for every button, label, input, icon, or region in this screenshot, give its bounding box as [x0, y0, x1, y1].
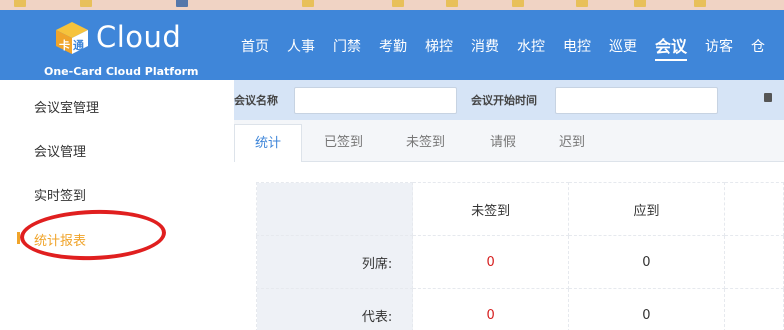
table-cell-empty [723, 235, 784, 289]
nav-item-warehouse[interactable]: 仓 [742, 10, 774, 80]
nav-item-personnel[interactable]: 人事 [278, 10, 324, 80]
bookmark-item[interactable] [80, 0, 95, 9]
folder-icon [392, 0, 404, 7]
nav-item-access-control[interactable]: 门禁 [324, 10, 370, 80]
tab-statistics[interactable]: 统计 [234, 124, 303, 163]
bookmark-item[interactable] [576, 0, 591, 9]
nav-item-meeting[interactable]: 会议 [646, 10, 696, 80]
statistics-card: 未签到 应到 列席: 0 0 代表: 0 0 [234, 162, 784, 330]
folder-icon [576, 0, 588, 7]
bookmark-item[interactable] [176, 0, 191, 9]
main-nav: 首页 人事 门禁 考勤 梯控 消费 水控 电控 巡更 会议 访客 仓 [232, 10, 774, 80]
nav-item-home[interactable]: 首页 [232, 10, 278, 80]
bookmark-item[interactable] [392, 0, 407, 9]
column-header-not-checked-in: 未签到 [412, 182, 570, 236]
table-row: 列席: 0 0 [255, 235, 784, 289]
row-header-delegate: 代表: [255, 288, 414, 330]
nav-item-visitor[interactable]: 访客 [696, 10, 742, 80]
svg-text:通: 通 [73, 39, 84, 52]
meeting-start-time-label: 会议开始时间 [471, 94, 537, 107]
bookmark-item[interactable] [446, 0, 461, 9]
filter-bar: 会议名称 会议开始时间 [234, 80, 784, 120]
platform-logo[interactable]: 卡 通 Cloud One-Card Cloud Platform [44, 16, 202, 78]
sidebar-item-meeting-management[interactable]: 会议管理 [34, 141, 86, 160]
logo-text: Cloud [96, 20, 182, 54]
table-cell-value[interactable]: 0 [412, 288, 570, 330]
column-header-extra [723, 182, 784, 236]
nav-item-consumption[interactable]: 消费 [462, 10, 508, 80]
tab-leave[interactable]: 请假 [470, 124, 536, 162]
row-header-attendee: 列席: [255, 235, 414, 289]
content-panel: 统计 已签到 未签到 请假 迟到 未签到 应到 列席: 0 0 代表: 0 0 [234, 120, 784, 330]
bookmark-item[interactable] [14, 0, 29, 9]
nav-item-electric[interactable]: 电控 [554, 10, 600, 80]
folder-icon [80, 0, 92, 7]
logo-cube-icon: 卡 通 [56, 22, 88, 54]
bookmark-item[interactable] [634, 0, 649, 9]
nav-item-patrol[interactable]: 巡更 [600, 10, 646, 80]
bookmark-item[interactable] [302, 0, 317, 9]
bookmark-item[interactable] [512, 0, 527, 9]
nav-item-attendance[interactable]: 考勤 [370, 10, 416, 80]
folder-icon [446, 0, 458, 7]
table-cell-value: 0 [568, 235, 725, 289]
nav-item-elevator[interactable]: 梯控 [416, 10, 462, 80]
sidebar-item-meeting-room[interactable]: 会议室管理 [34, 97, 99, 116]
folder-icon [694, 0, 706, 7]
folder-icon [302, 0, 314, 7]
folder-icon [176, 0, 188, 7]
table-cell-value[interactable]: 0 [412, 235, 570, 289]
calendar-icon[interactable] [764, 93, 772, 102]
sidebar: 会议室管理 会议管理 实时签到 统计报表 [0, 80, 234, 330]
meeting-name-input[interactable] [294, 87, 457, 114]
top-header: 卡 通 Cloud One-Card Cloud Platform 首页 人事 … [0, 10, 784, 80]
tab-checked-in[interactable]: 已签到 [304, 124, 383, 162]
column-header-expected: 应到 [568, 182, 725, 236]
bookmarks-bar [0, 0, 784, 10]
svg-text:卡: 卡 [59, 38, 70, 52]
table-row: 代表: 0 0 [255, 288, 784, 330]
meeting-start-time-input[interactable] [555, 87, 718, 114]
tab-bar: 统计 已签到 未签到 请假 迟到 [234, 124, 784, 163]
table-cell-value: 0 [568, 288, 725, 330]
tab-late[interactable]: 迟到 [539, 124, 605, 162]
table-corner-cell [255, 182, 414, 236]
bookmark-item[interactable] [694, 0, 709, 9]
meeting-name-label: 会议名称 [234, 94, 278, 107]
folder-icon [512, 0, 524, 7]
statistics-table: 未签到 应到 列席: 0 0 代表: 0 0 [255, 182, 784, 330]
table-cell-empty [723, 288, 784, 330]
folder-icon [634, 0, 646, 7]
sidebar-item-realtime-checkin[interactable]: 实时签到 [34, 185, 86, 204]
folder-icon [14, 0, 26, 7]
nav-item-water[interactable]: 水控 [508, 10, 554, 80]
logo-subtitle: One-Card Cloud Platform [44, 65, 199, 78]
tab-not-checked-in[interactable]: 未签到 [386, 124, 465, 162]
